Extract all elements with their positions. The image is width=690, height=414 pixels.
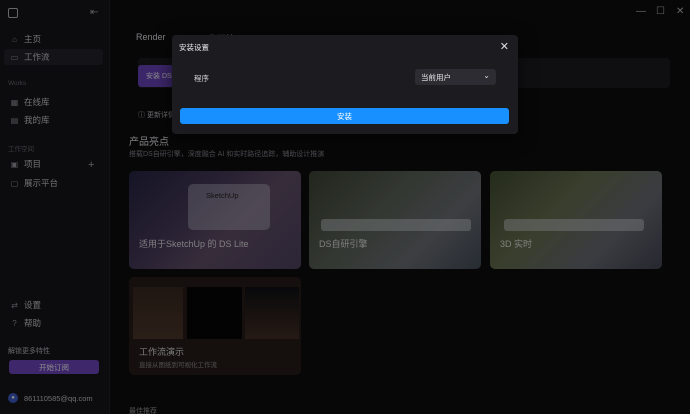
dialog-title: 安装设置 xyxy=(179,43,209,52)
install-button[interactable]: 安装 xyxy=(180,108,509,124)
install-settings-dialog: 安装设置 ✕ 程序 当前用户 ⌄ 安装 xyxy=(172,35,518,134)
close-icon[interactable]: ✕ xyxy=(500,40,509,53)
chevron-down-icon: ⌄ xyxy=(483,71,490,80)
program-select-value: 当前用户 xyxy=(421,72,451,82)
program-select[interactable]: 当前用户 ⌄ xyxy=(415,69,496,85)
program-label: 程序 xyxy=(194,74,209,83)
